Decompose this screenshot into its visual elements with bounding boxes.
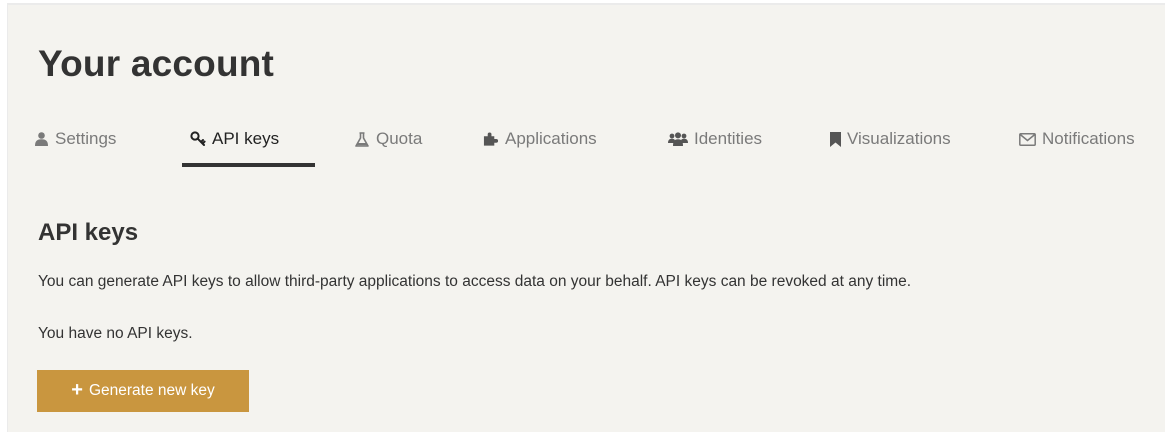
tab-identities[interactable]: Identities [668,117,762,167]
generate-new-key-button[interactable]: + Generate new key [37,370,249,412]
page: Your account Settings API keys Quota App… [0,0,1165,432]
tab-api-keys[interactable]: API keys [182,117,315,167]
tab-applications[interactable]: Applications [483,117,597,167]
tab-visualizations[interactable]: Visualizations [829,117,951,167]
tab-api-keys-label: API keys [212,129,280,148]
account-tabs: Settings API keys Quota Applications Ide… [8,117,1165,167]
section-title: API keys [38,219,139,246]
key-icon [190,130,206,148]
empty-state-message: You have no API keys. [38,325,193,342]
tab-notifications[interactable]: Notifications [1018,117,1135,167]
plus-icon: + [71,379,83,401]
tab-settings[interactable]: Settings [33,117,116,167]
flask-icon [354,130,370,148]
tab-visualizations-label: Visualizations [847,129,951,148]
puzzle-icon [483,130,499,148]
page-title: Your account [38,43,275,84]
user-icon [33,130,49,148]
bookmark-icon [829,130,841,148]
tab-identities-label: Identities [694,129,763,148]
tab-settings-label: Settings [55,129,117,148]
tab-notifications-label: Notifications [1042,129,1135,148]
tab-quota[interactable]: Quota [354,117,422,167]
envelope-icon [1018,130,1036,148]
account-panel: Your account Settings API keys Quota App… [7,3,1165,432]
users-icon [668,130,688,148]
api-keys-description: You can generate API keys to allow third… [38,273,912,290]
generate-new-key-label: Generate new key [88,382,215,399]
active-tab-underline [182,163,315,167]
tab-quota-label: Quota [376,129,423,148]
tab-applications-label: Applications [505,129,597,148]
